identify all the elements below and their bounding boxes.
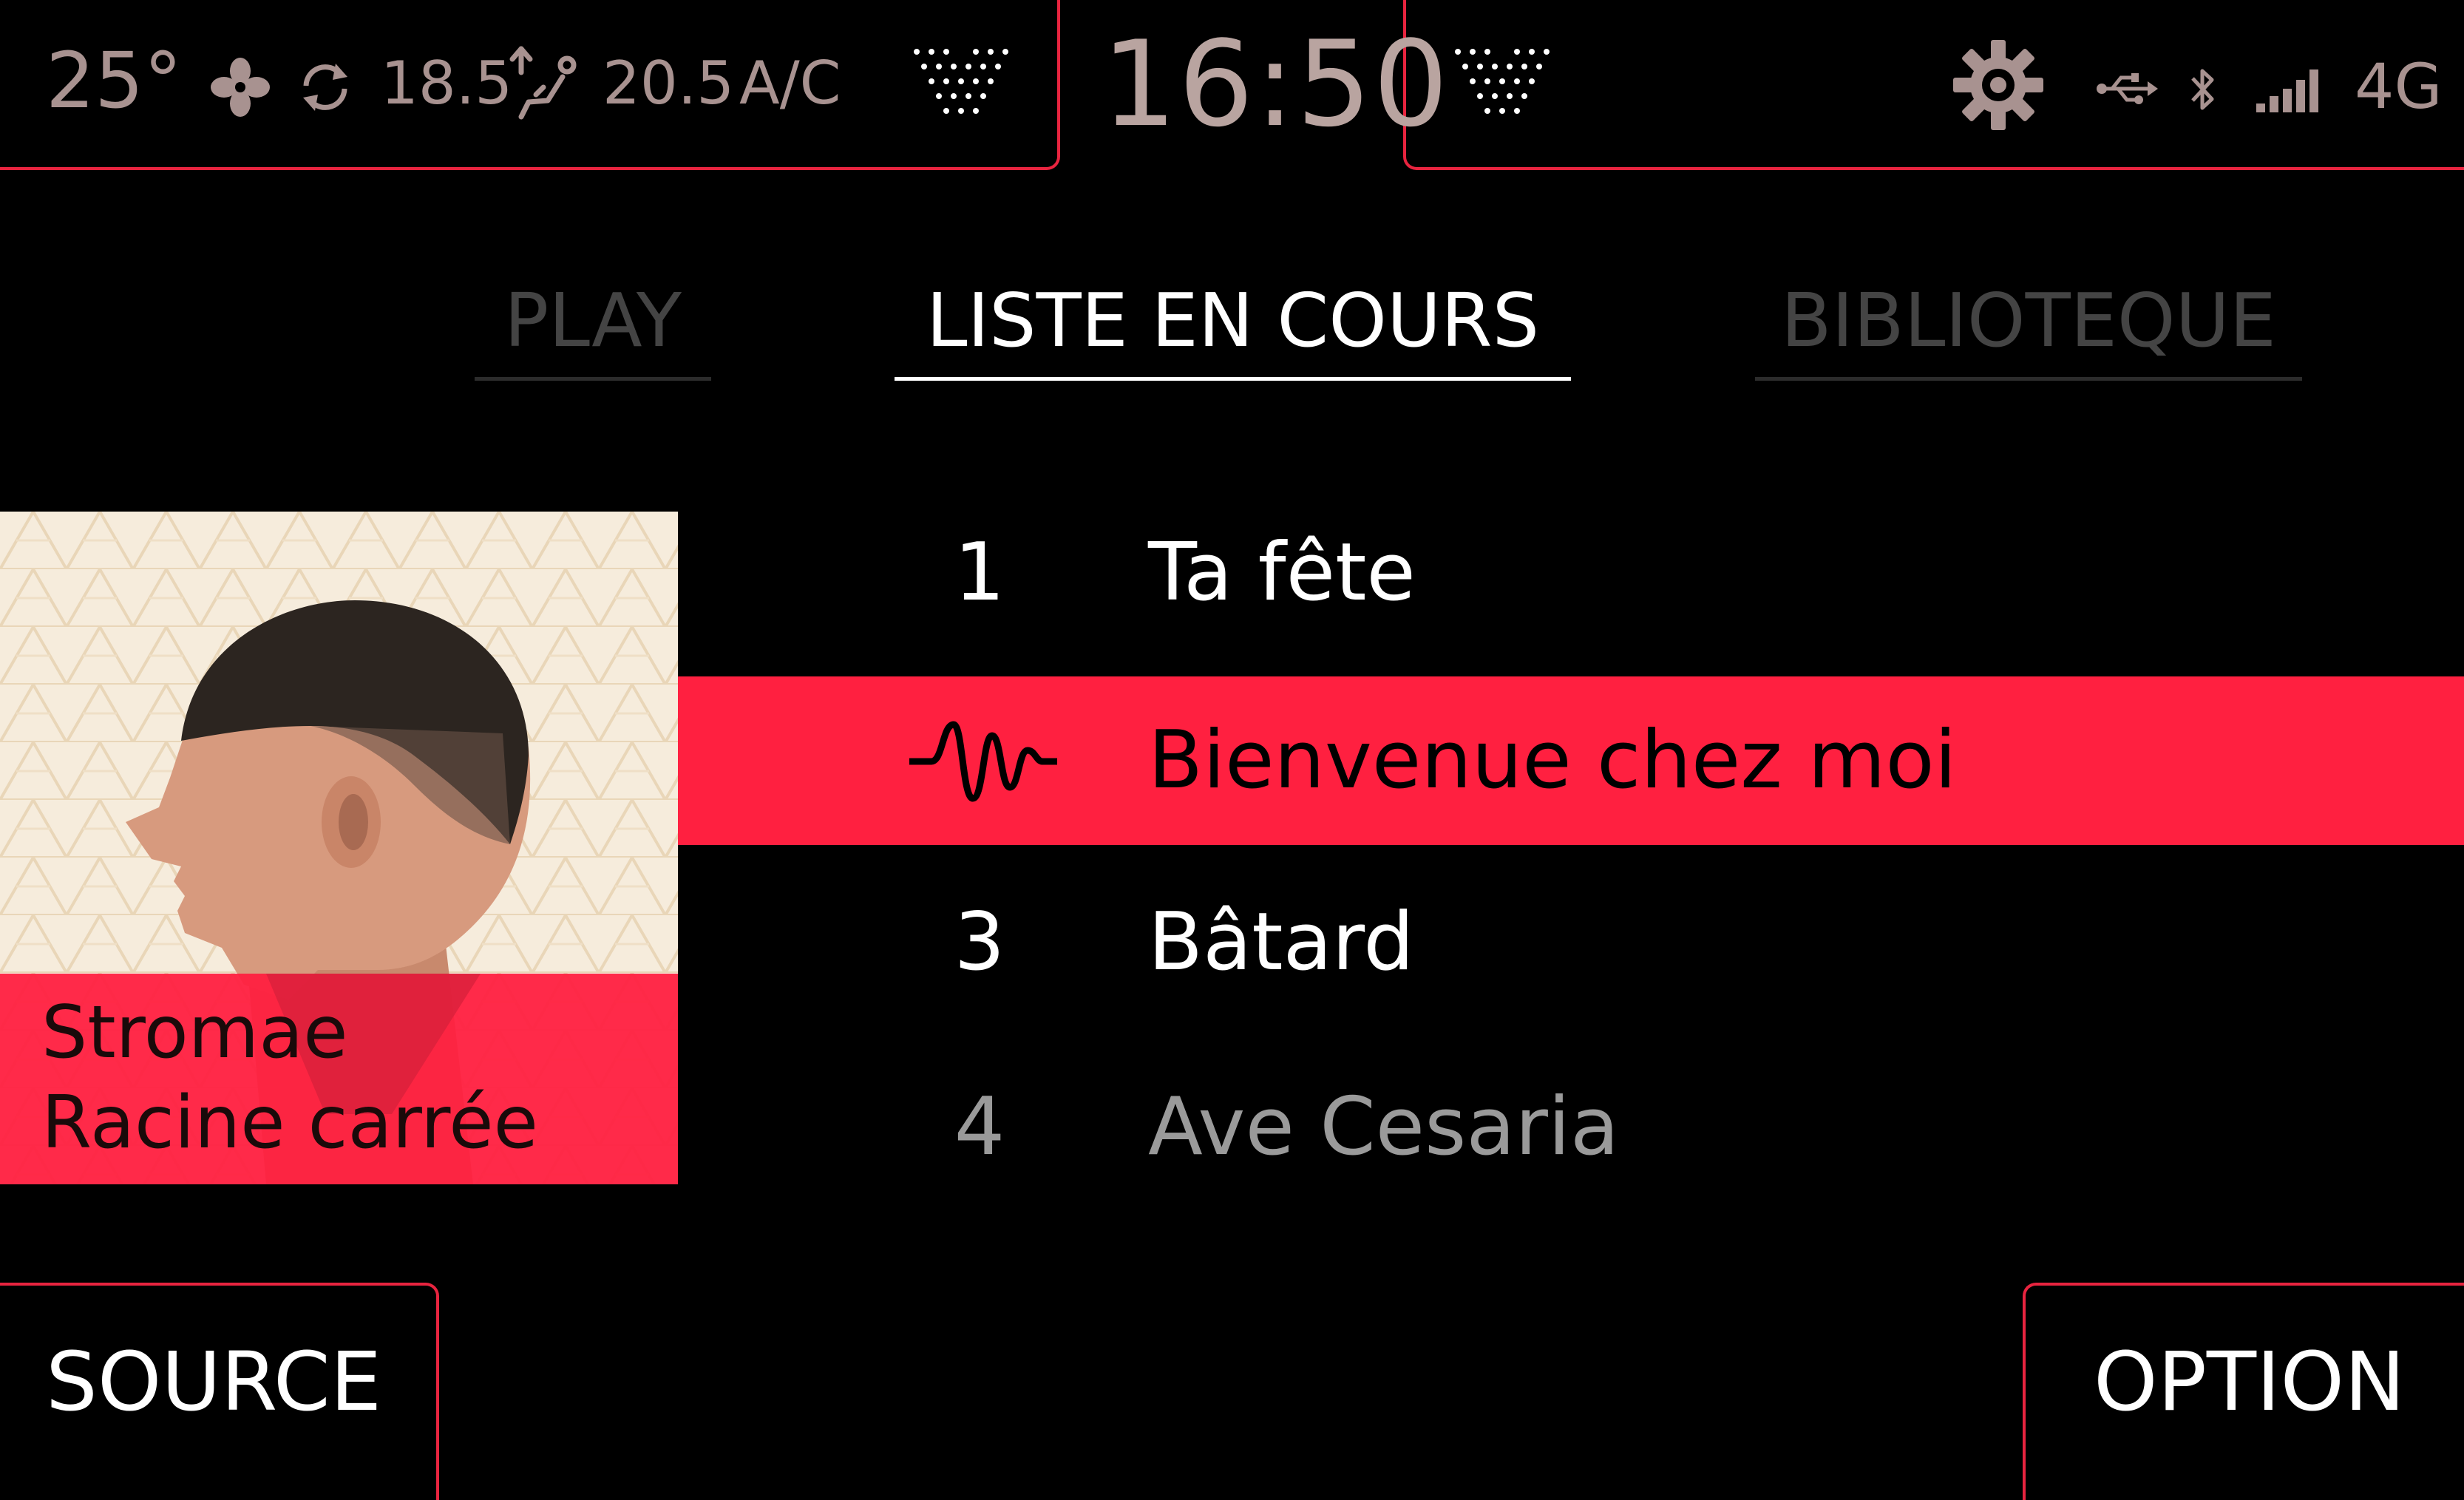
tab-biblioteque[interactable]: BIBLIOTEQUE <box>1755 277 2302 381</box>
track-row-1[interactable]: 1 Ta fête <box>678 517 2464 680</box>
tab-play-label: PLAY <box>503 277 682 364</box>
fan-icon[interactable] <box>211 58 270 117</box>
album-title: Racine carrée <box>41 1081 538 1165</box>
track-title: Ta fête <box>1148 526 1416 619</box>
temperature-readout[interactable]: 25° <box>46 35 182 126</box>
settings-gear-icon[interactable] <box>1952 38 2045 132</box>
signal-icon <box>2256 69 2318 112</box>
tab-liste-en-cours-label: LISTE EN COURS <box>926 277 1540 364</box>
tab-liste-en-cours[interactable]: LISTE EN COURS <box>895 277 1571 381</box>
track-number: 1 <box>954 526 1005 619</box>
clock: 16:50 <box>1102 15 1450 153</box>
network-type: 4G <box>2355 50 2443 123</box>
option-button[interactable]: OPTION <box>2023 1283 2464 1500</box>
usb-icon <box>2097 73 2158 104</box>
track-title: Ave Cesaria <box>1148 1081 1620 1173</box>
source-button-label: SOURCE <box>46 1334 382 1429</box>
heater-grid-icon[interactable] <box>909 44 1013 126</box>
album-artist: Stromae <box>41 991 348 1075</box>
heater-grid-icon-right[interactable] <box>1450 44 1554 126</box>
track-row-4[interactable]: 4 Ave Cesaria <box>678 1072 2464 1183</box>
bluetooth-icon <box>2191 69 2214 110</box>
tab-liste-en-cours-underline <box>895 377 1571 381</box>
track-row-3[interactable]: 3 Bâtard <box>678 887 2464 998</box>
ac-button[interactable]: A/C <box>739 49 841 118</box>
track-title: Bâtard <box>1148 896 1414 988</box>
source-button[interactable]: SOURCE <box>0 1283 439 1500</box>
seat-heating-icon[interactable] <box>506 43 580 124</box>
now-playing-waveform-icon <box>909 721 1057 802</box>
track-number: 3 <box>954 896 1005 988</box>
track-number: 4 <box>954 1081 1005 1173</box>
tab-play[interactable]: PLAY <box>475 277 711 381</box>
album-art[interactable]: Stromae Racine carrée <box>0 512 678 1184</box>
recirculation-icon[interactable] <box>296 58 355 117</box>
track-title: Bienvenue chez moi <box>1148 714 1957 807</box>
tab-biblioteque-label: BIBLIOTEQUE <box>1781 277 2276 364</box>
track-row-2-playing[interactable]: Bienvenue chez moi <box>678 676 2464 845</box>
option-button-label: OPTION <box>2094 1334 2406 1429</box>
right-temp-readout[interactable]: 20.5 <box>603 49 734 118</box>
left-temp-readout[interactable]: 18.5 <box>381 49 512 118</box>
tab-play-underline <box>475 377 711 381</box>
tab-biblioteque-underline <box>1755 377 2302 381</box>
